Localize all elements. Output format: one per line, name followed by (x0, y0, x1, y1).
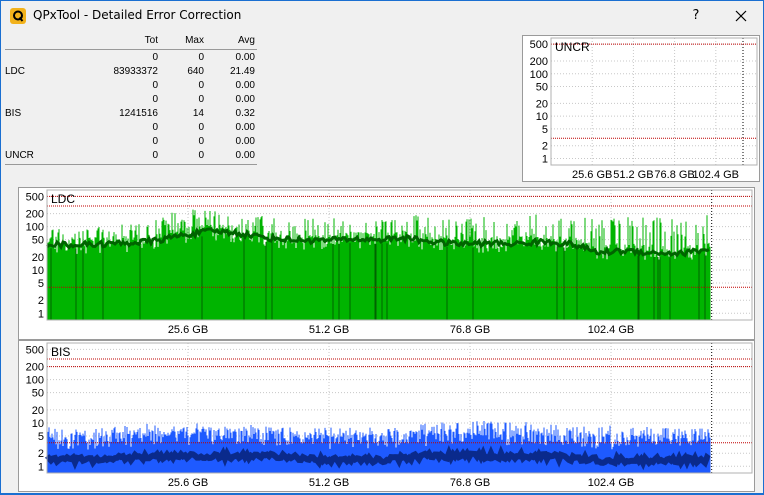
ldc-chart: 500 20010050 20105 21 25.6 GB 51.2 GB 76.8 GB 1… (26, 189, 753, 336)
stats-tot-value: 1241516 (119, 108, 158, 119)
stats-row: 0 0 0.00 (5, 80, 257, 94)
stats-tot-value: 0 (152, 122, 158, 133)
stats-row: BIS 1241516 14 0.32 (5, 108, 257, 122)
stats-row: LDC 83933372 640 21.49 (5, 66, 257, 80)
stats-row-label: LDC (5, 66, 26, 77)
x-tick-label: 102.4 GB (693, 169, 739, 181)
y-tick-label: 5 (38, 278, 44, 290)
stats-max-value: 0 (198, 94, 204, 105)
y-tick-label: 20 (32, 405, 44, 417)
ldc-chart-panel: 500 200 100 50 20 10 5 2 1 25.6 GB 51.2 GB 76.8 GB 1… (18, 187, 755, 340)
x-tick-label: 76.8 GB (654, 169, 694, 181)
stats-header-row: Tot Max Avg (5, 35, 257, 49)
close-icon (735, 10, 747, 22)
y-tick-label: 2 (38, 295, 44, 307)
y-tick-label: 500 (26, 344, 44, 356)
stats-avg-value: 21.49 (229, 66, 255, 77)
stats-avg-value: 0.32 (235, 108, 255, 119)
x-tick-label: 76.8 GB (450, 324, 490, 336)
x-tick-label: 102.4 GB (588, 324, 634, 336)
stats-row-label: UNCR (5, 150, 34, 161)
y-tick-label: 500 (26, 191, 44, 203)
x-tick-label: 51.2 GB (309, 324, 349, 336)
y-tick-label: 100 (26, 222, 44, 234)
stats-avg-value: 0.00 (235, 52, 255, 63)
y-tick-label: 10 (536, 111, 548, 123)
stats-tot-value: 0 (152, 150, 158, 161)
y-tick-label: 50 (536, 82, 548, 94)
y-tick-label: 50 (32, 235, 44, 247)
help-button[interactable]: ? (677, 3, 715, 29)
stats-max-value: 0 (198, 150, 204, 161)
close-button[interactable] (719, 3, 763, 29)
stats-avg-value: 0.00 (235, 150, 255, 161)
stats-max-value: 0 (198, 80, 204, 91)
bis-chart-panel: 500 200 100 50 20 10 5 2 1 25.6 GB 51.2 GB 76.8 GB 1… (18, 340, 755, 492)
stats-max-value: 640 (187, 66, 204, 77)
y-tick-label: 5 (542, 124, 548, 136)
stats-row: UNCR 0 0 0.00 (5, 150, 257, 164)
y-tick-label: 5 (38, 431, 44, 443)
stats-max-value: 0 (198, 122, 204, 133)
error-stats-table: Tot Max Avg 0 0 0.00 LDC 83933372 640 21.49 0 0 0… (5, 35, 257, 165)
stats-max-value: 14 (192, 108, 204, 119)
bis-title: BIS (51, 345, 70, 359)
y-tick-label: 1 (542, 153, 548, 165)
stats-tot-value: 0 (152, 52, 158, 63)
stats-divider (5, 49, 257, 50)
stats-divider (5, 164, 257, 165)
bis-chart: 500 20010050 20105 21 25.6 GB 51.2 GB 76.8 GB 1… (26, 342, 753, 489)
ldc-title: LDC (51, 192, 75, 206)
stats-row: 0 0 0.00 (5, 52, 257, 66)
stats-header-avg: Avg (237, 35, 255, 46)
y-tick-label: 20 (32, 252, 44, 264)
uncr-title: UNCR (555, 40, 590, 54)
y-tick-label: 2 (542, 141, 548, 153)
stats-avg-value: 0.00 (235, 136, 255, 147)
y-tick-label: 1 (38, 308, 44, 320)
stats-row: 0 0 0.00 (5, 94, 257, 108)
x-tick-label: 102.4 GB (588, 477, 634, 489)
stats-avg-value: 0.00 (235, 122, 255, 133)
y-tick-label: 200 (530, 56, 548, 68)
uncr-chart-panel: 500 200 100 50 20 10 5 2 1 25.6 GB 51.2 GB 76.8 GB 1… (522, 35, 760, 182)
y-tick-label: 1 (38, 461, 44, 473)
stats-row-label: BIS (5, 108, 22, 119)
y-tick-label: 20 (536, 98, 548, 110)
stats-max-value: 0 (198, 52, 204, 63)
x-tick-label: 51.2 GB (613, 169, 653, 181)
y-tick-label: 2 (38, 448, 44, 460)
x-tick-label: 51.2 GB (309, 477, 349, 489)
y-tick-label: 500 (530, 39, 548, 51)
qpxtool-window: QPxTool - Detailed Error Correction ? To… (0, 0, 764, 494)
stats-tot-value: 0 (152, 94, 158, 105)
y-tick-label: 100 (530, 69, 548, 81)
stats-header-tot: Tot (144, 35, 158, 46)
x-tick-label: 76.8 GB (450, 477, 490, 489)
y-tick-label: 10 (32, 418, 44, 430)
y-tick-label: 50 (32, 388, 44, 400)
stats-tot-value: 0 (152, 80, 158, 91)
x-tick-label: 25.6 GB (572, 169, 612, 181)
x-tick-label: 25.6 GB (168, 324, 208, 336)
y-tick-label: 200 (26, 209, 44, 221)
stats-max-value: 0 (198, 136, 204, 147)
y-tick-label: 10 (32, 265, 44, 277)
bis-series (45, 421, 711, 473)
stats-avg-value: 0.00 (235, 80, 255, 91)
qpxtool-q-icon (10, 8, 26, 24)
stats-tot-value: 0 (152, 136, 158, 147)
stats-row: 0 0 0.00 (5, 122, 257, 136)
stats-avg-value: 0.00 (235, 94, 255, 105)
title-bar: QPxTool - Detailed Error Correction ? (1, 1, 763, 31)
uncr-chart: 500 20010050 20105 21 25.6 GB 51.2 GB 76.8 GB1… (530, 37, 758, 181)
stats-row: 0 0 0.00 (5, 136, 257, 150)
y-tick-label: 100 (26, 375, 44, 387)
stats-header-max: Max (185, 35, 204, 46)
y-tick-label: 200 (26, 362, 44, 374)
stats-tot-value: 83933372 (113, 66, 159, 77)
window-title: QPxTool - Detailed Error Correction (33, 8, 242, 22)
x-tick-label: 25.6 GB (168, 477, 208, 489)
